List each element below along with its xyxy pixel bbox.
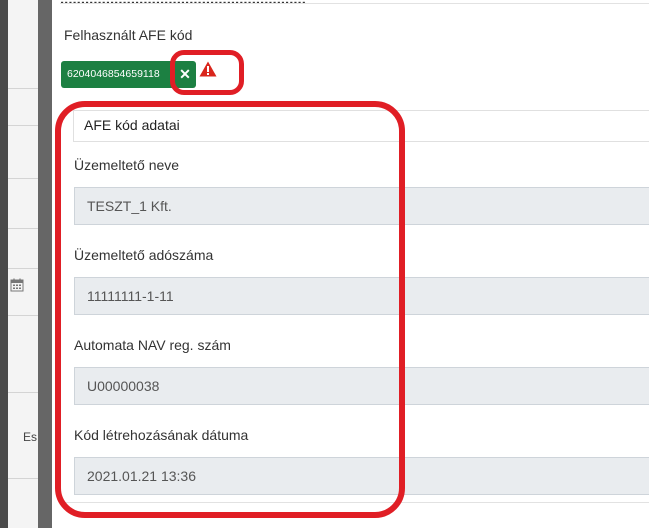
highlight-ring: [55, 101, 405, 518]
left-panel-divider: [8, 478, 38, 479]
left-panel-divider: [8, 228, 38, 229]
calendar-icon[interactable]: [10, 278, 24, 295]
highlight-ring: [170, 50, 244, 95]
divider: [60, 3, 649, 4]
modal-backdrop-bar: [38, 0, 52, 528]
left-panel-divider: [8, 88, 38, 89]
afe-code-value: 6204046854659118: [61, 61, 173, 88]
left-panel-divider: [8, 392, 38, 393]
afe-code-label: Felhasznált AFE kód: [64, 27, 193, 43]
left-panel-divider: [8, 268, 38, 269]
left-panel-divider: [8, 125, 38, 126]
left-dark-strip: [0, 0, 8, 528]
left-panel: [8, 0, 39, 528]
left-panel-divider: [8, 315, 38, 316]
left-panel-cut-label: Es: [23, 430, 38, 444]
left-panel-divider: [8, 178, 38, 179]
